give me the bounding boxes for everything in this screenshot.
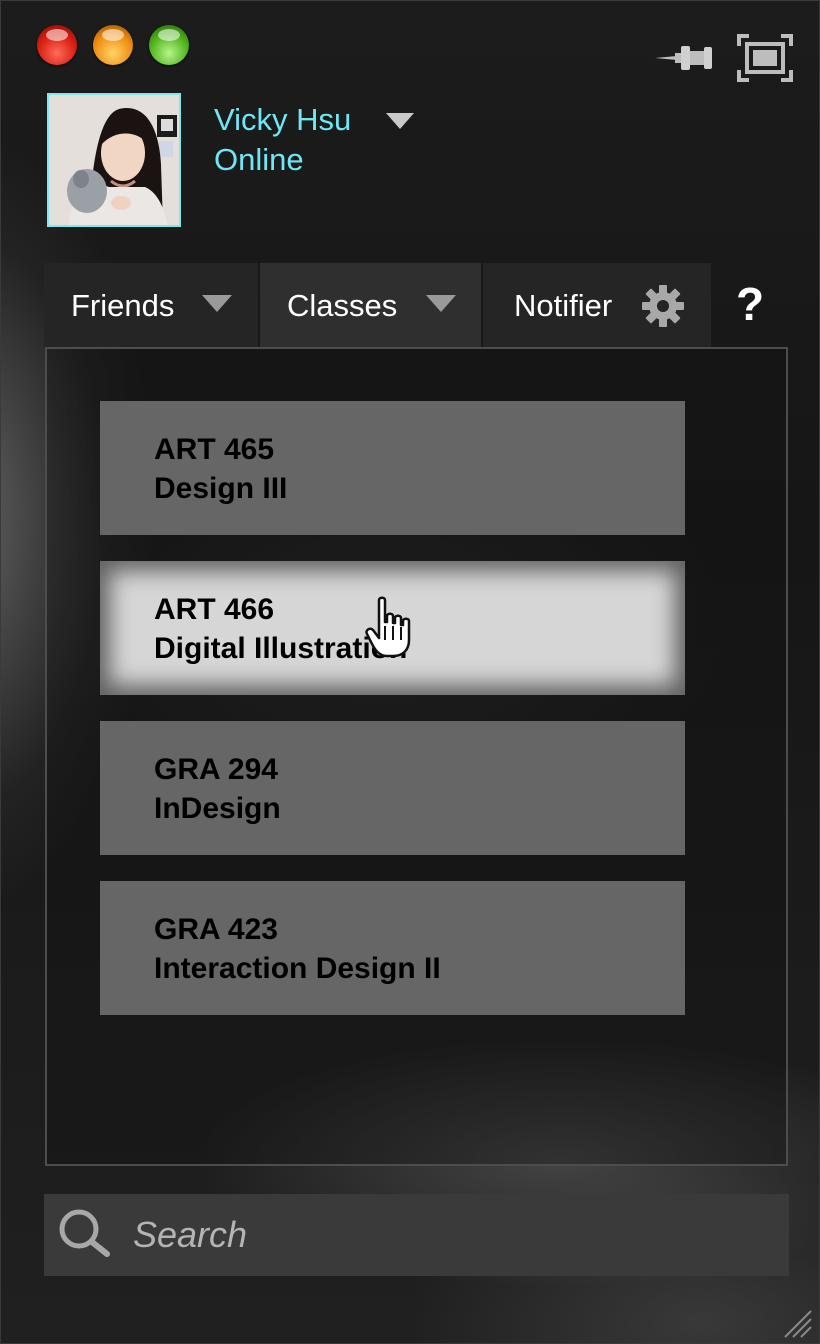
- class-code: GRA 294: [154, 753, 278, 786]
- fullscreen-icon[interactable]: [737, 34, 793, 82]
- resize-grip-icon[interactable]: [779, 1305, 813, 1339]
- class-title: Interaction Design II: [154, 952, 441, 985]
- tab-classes-label: Classes: [287, 288, 398, 323]
- minimize-button[interactable]: [93, 25, 133, 65]
- app-window: Vicky Hsu Online Friends Classes Notifie…: [0, 0, 820, 1344]
- friends-chevron-down-icon[interactable]: [202, 295, 232, 313]
- search-icon[interactable]: [57, 1208, 113, 1258]
- status-dropdown-chevron-down-icon[interactable]: [386, 113, 414, 131]
- maximize-button[interactable]: [149, 25, 189, 65]
- search-input[interactable]: [131, 1209, 755, 1261]
- class-card-art-465[interactable]: ART 465 Design III: [100, 401, 685, 535]
- avatar-photo: [49, 95, 179, 225]
- tab-friends-label: Friends: [71, 288, 175, 323]
- class-code: ART 466: [154, 593, 275, 626]
- class-card-gra-294[interactable]: GRA 294 InDesign: [100, 721, 685, 855]
- tab-notifier-label: Notifier: [514, 288, 613, 323]
- user-status: Online: [214, 142, 304, 177]
- class-code: GRA 423: [154, 913, 278, 946]
- avatar[interactable]: [47, 93, 181, 227]
- class-title: InDesign: [154, 792, 281, 825]
- help-icon[interactable]: ?: [736, 277, 764, 331]
- class-title: Design III: [154, 472, 288, 505]
- class-card-gra-423[interactable]: GRA 423 Interaction Design II: [100, 881, 685, 1015]
- classes-chevron-down-icon[interactable]: [426, 295, 456, 313]
- close-button[interactable]: [37, 25, 77, 65]
- pin-icon[interactable]: [653, 41, 715, 75]
- hand-pointer-cursor-icon: [365, 596, 411, 658]
- user-name[interactable]: Vicky Hsu: [214, 102, 351, 138]
- class-code: ART 465: [154, 433, 275, 466]
- gear-icon[interactable]: [641, 284, 685, 328]
